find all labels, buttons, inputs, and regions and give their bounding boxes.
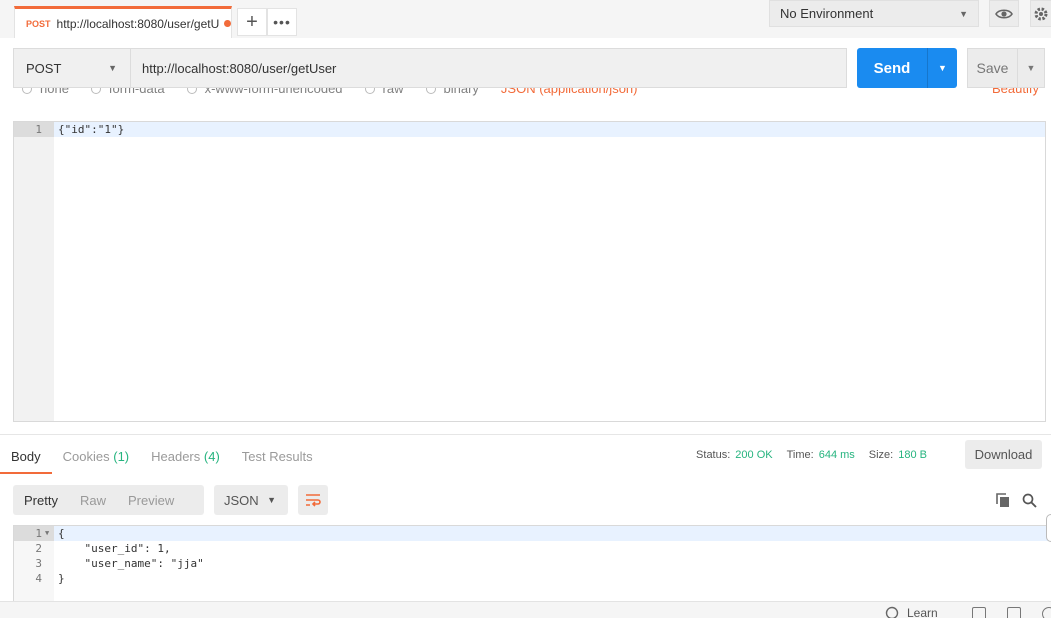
copy-icon[interactable]: [993, 490, 1013, 510]
environment-settings-button[interactable]: [1030, 0, 1051, 27]
bootcamp-icon: [885, 606, 899, 618]
method-select[interactable]: POST ▼: [13, 48, 130, 88]
status-bar: Learn: [0, 601, 1051, 618]
new-tab-button[interactable]: +: [237, 8, 267, 36]
gear-icon: [1034, 7, 1048, 20]
method-value: POST: [26, 60, 62, 76]
radio-icon: [364, 88, 375, 94]
body-type-options: none form-data x-www-form-urlencoded raw…: [0, 88, 1051, 103]
time-value[interactable]: 644 ms: [819, 449, 855, 461]
radio-icon: [425, 88, 436, 94]
chevron-down-icon: ▼: [108, 63, 117, 73]
line-number: 3: [35, 557, 42, 570]
time-label: Time:: [786, 449, 814, 461]
unsaved-dot-icon: [224, 20, 231, 27]
tab-url-label: http://localhost:8080/user/getU: [56, 16, 220, 31]
view-preview[interactable]: Preview: [117, 493, 185, 508]
scrollbar-handle[interactable]: [1046, 514, 1051, 542]
divider: [0, 434, 1051, 435]
format-select[interactable]: JSON ▼: [214, 485, 288, 515]
code-text: {: [58, 527, 65, 540]
body-type-raw[interactable]: raw: [364, 88, 404, 96]
more-tabs-button[interactable]: •••: [267, 8, 297, 36]
tab-method-badge: POST: [26, 18, 51, 29]
send-button[interactable]: Send: [857, 48, 927, 88]
save-options-button[interactable]: ▼: [1017, 48, 1045, 88]
search-icon[interactable]: [1019, 490, 1039, 510]
learn-button[interactable]: Learn: [885, 606, 938, 618]
url-input[interactable]: [130, 48, 847, 88]
view-mode-segment: Pretty Raw Preview: [13, 485, 204, 515]
body-type-binary[interactable]: binary: [425, 88, 479, 96]
beautify-button[interactable]: Beautify: [992, 88, 1039, 96]
two-pane-view-icon[interactable]: [972, 607, 986, 618]
code-line: 1 ▼ {: [14, 526, 1051, 541]
radio-icon: [90, 88, 101, 94]
fold-toggle-icon[interactable]: ▼: [45, 526, 49, 541]
radio-icon: [22, 88, 32, 94]
cookies-count: (1): [113, 449, 130, 464]
request-tab[interactable]: POST http://localhost:8080/user/getU: [14, 6, 232, 38]
response-meta: Status: 200 OK Time: 644 ms Size: 180 B: [696, 446, 941, 464]
tab-cookies[interactable]: Cookies (1): [52, 440, 140, 474]
download-button[interactable]: Download: [965, 440, 1042, 469]
send-options-button[interactable]: ▼: [927, 48, 957, 88]
code-line: 4 }: [14, 571, 1051, 586]
size-value[interactable]: 180 B: [898, 449, 927, 461]
code-line: 3 "user_name": "jja": [14, 556, 1051, 571]
eye-icon: [995, 8, 1013, 19]
chevron-down-icon: ▼: [959, 8, 968, 19]
view-pretty[interactable]: Pretty: [13, 493, 69, 508]
body-type-urlencoded[interactable]: x-www-form-urlencoded: [186, 88, 343, 96]
status-value[interactable]: 200 OK: [735, 449, 772, 461]
view-raw[interactable]: Raw: [69, 493, 117, 508]
help-icon[interactable]: [1042, 607, 1051, 618]
response-body-viewer[interactable]: 1 ▼ { 2 "user_id": 1, 3 "user_name": "jj…: [13, 525, 1051, 601]
body-type-form-data[interactable]: form-data: [90, 88, 165, 96]
code-text: }: [58, 572, 65, 585]
response-tabs: Body Cookies (1) Headers (4) Test Result…: [0, 440, 324, 474]
size-label: Size:: [868, 449, 894, 461]
chevron-down-icon: ▼: [267, 495, 276, 505]
tab-body[interactable]: Body: [0, 440, 52, 474]
raw-type-select[interactable]: JSON (application/json): [501, 88, 638, 96]
format-value: JSON: [224, 492, 259, 508]
wrap-lines-button[interactable]: [298, 485, 328, 515]
line-number: 1: [14, 122, 54, 137]
line-number: 4: [35, 572, 42, 585]
environment-select[interactable]: No Environment ▼: [769, 0, 979, 27]
chevron-down-icon: ▼: [1026, 63, 1036, 73]
body-type-none[interactable]: none: [22, 88, 69, 96]
code-text: "user_name": "jja": [58, 557, 204, 570]
environment-quick-look-button[interactable]: [989, 0, 1019, 27]
code-line: 2 "user_id": 1,: [14, 541, 1051, 556]
status-label: Status:: [696, 449, 731, 461]
save-button[interactable]: Save: [967, 48, 1017, 88]
tab-headers[interactable]: Headers (4): [140, 440, 231, 474]
radio-icon: [186, 88, 197, 94]
headers-count: (4): [203, 449, 220, 464]
request-body-editor[interactable]: 1 {"id":"1"}: [13, 121, 1046, 422]
line-number: 2: [35, 542, 42, 555]
keyboard-shortcuts-icon[interactable]: [1007, 607, 1021, 618]
code-text: {"id":"1"}: [58, 123, 125, 136]
environment-value: No Environment: [780, 6, 874, 21]
tab-test-results[interactable]: Test Results: [231, 440, 324, 474]
line-number-gutter: [14, 122, 54, 421]
chevron-down-icon: ▼: [938, 63, 947, 73]
code-line: 1 {"id":"1"}: [14, 122, 1045, 137]
wrap-lines-icon: [306, 494, 321, 507]
code-text: "user_id": 1,: [58, 542, 171, 555]
